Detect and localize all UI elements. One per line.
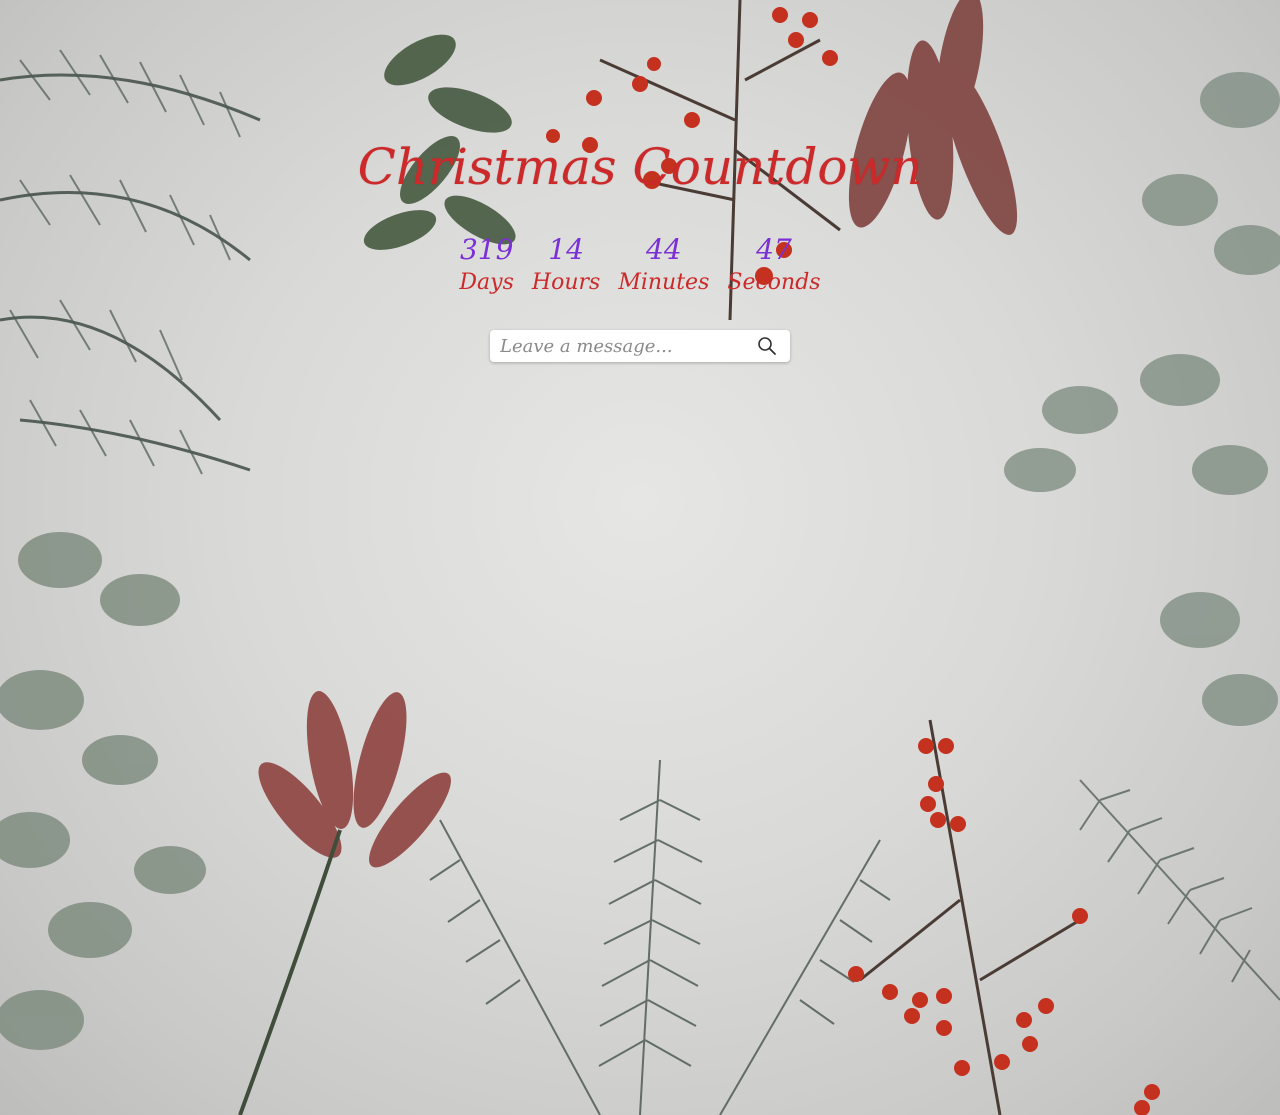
fir-branch-top-left	[0, 73, 261, 472]
protea-stem	[238, 829, 342, 1115]
hours-label: Hours	[531, 270, 601, 295]
fir-branch-bottom-right	[1079, 779, 1280, 1001]
message-box	[490, 330, 790, 362]
countdown-minutes: 44 Minutes	[618, 232, 709, 302]
minutes-label: Minutes	[618, 270, 710, 295]
berry-branch-bottom	[859, 719, 1081, 1115]
hours-value: 14	[548, 233, 584, 266]
days-value: 319	[459, 233, 514, 266]
protea-bottom-left	[258, 690, 451, 868]
countdown-timer: 319 Days 14 Hours 44 Minutes 47 Seconds	[459, 232, 820, 302]
countdown-hours: 14 Hours	[532, 232, 600, 302]
fir-branch-bottom-center	[429, 759, 891, 1115]
countdown-days: 319 Days	[459, 232, 513, 302]
seconds-value: 47	[756, 233, 792, 266]
days-label: Days	[459, 270, 514, 295]
seconds-label: Seconds	[727, 270, 821, 295]
minutes-value: 44	[646, 233, 682, 266]
message-input[interactable]	[498, 331, 742, 361]
countdown-seconds: 47 Seconds	[727, 232, 820, 302]
page-title: Christmas Countdown	[357, 138, 923, 196]
search-icon[interactable]	[756, 335, 778, 357]
fir-needles-top-left	[9, 49, 241, 475]
eucalyptus-left	[0, 532, 206, 1050]
protea-top-right	[848, 0, 1018, 235]
